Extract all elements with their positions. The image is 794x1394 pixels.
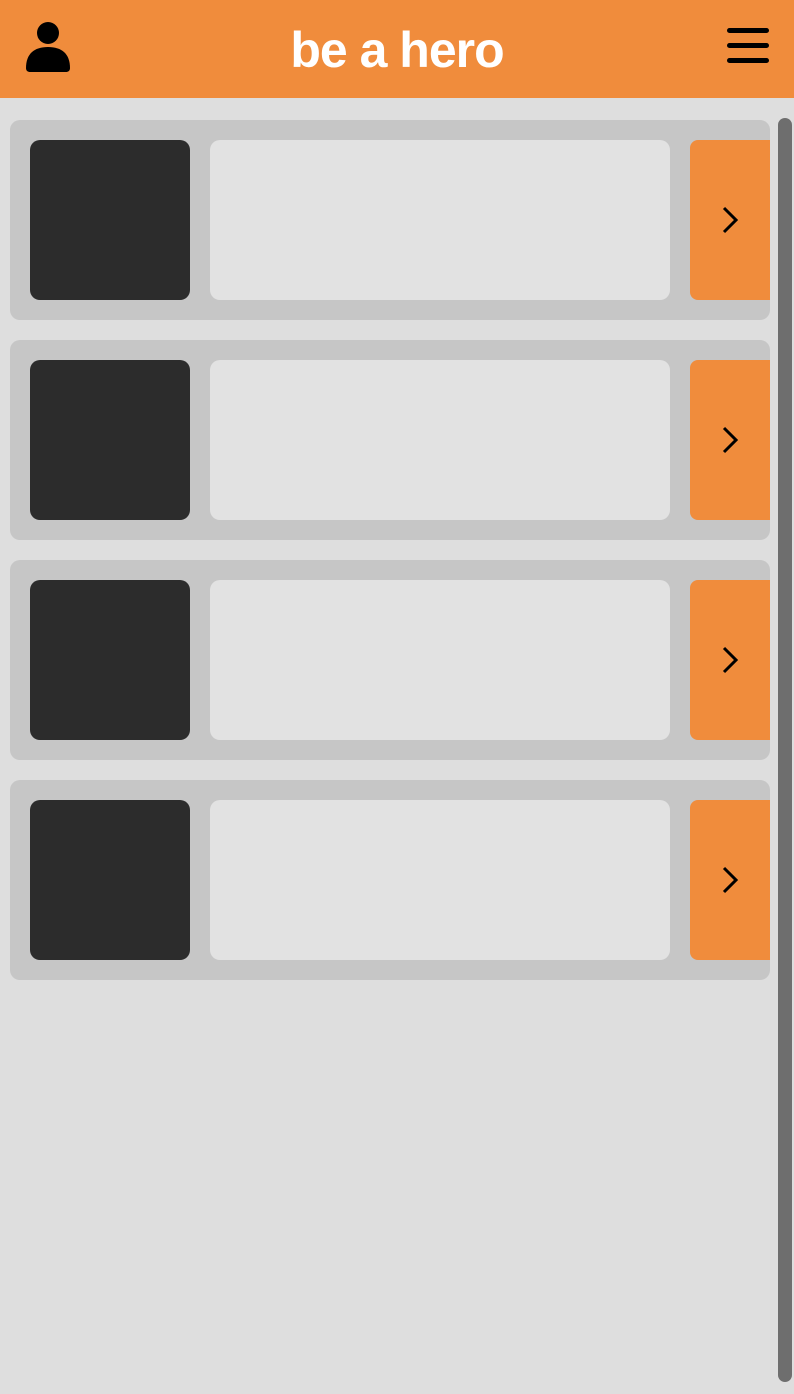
- card-open-button[interactable]: [690, 800, 770, 960]
- list-card: [10, 120, 770, 320]
- app-title: be a hero: [290, 22, 504, 78]
- chevron-right-icon: [722, 426, 739, 454]
- list-card: [10, 780, 770, 980]
- list-card: [10, 560, 770, 760]
- chevron-right-icon: [722, 646, 739, 674]
- card-open-button[interactable]: [690, 580, 770, 740]
- card-content: [210, 140, 670, 300]
- card-thumbnail: [30, 580, 190, 740]
- card-thumbnail: [30, 360, 190, 520]
- card-thumbnail: [30, 140, 190, 300]
- app-screen: be a hero: [0, 0, 794, 1394]
- hamburger-menu-icon: [727, 28, 769, 63]
- app-header: be a hero: [0, 0, 794, 98]
- chevron-right-icon: [722, 866, 739, 894]
- chevron-right-icon: [722, 206, 739, 234]
- card-content: [210, 580, 670, 740]
- scrollbar[interactable]: [778, 118, 792, 1382]
- menu-button[interactable]: [726, 24, 770, 68]
- card-content: [210, 800, 670, 960]
- card-thumbnail: [30, 800, 190, 960]
- list-card: [10, 340, 770, 540]
- card-open-button[interactable]: [690, 140, 770, 300]
- card-list: [10, 120, 770, 1000]
- card-open-button[interactable]: [690, 360, 770, 520]
- card-content: [210, 360, 670, 520]
